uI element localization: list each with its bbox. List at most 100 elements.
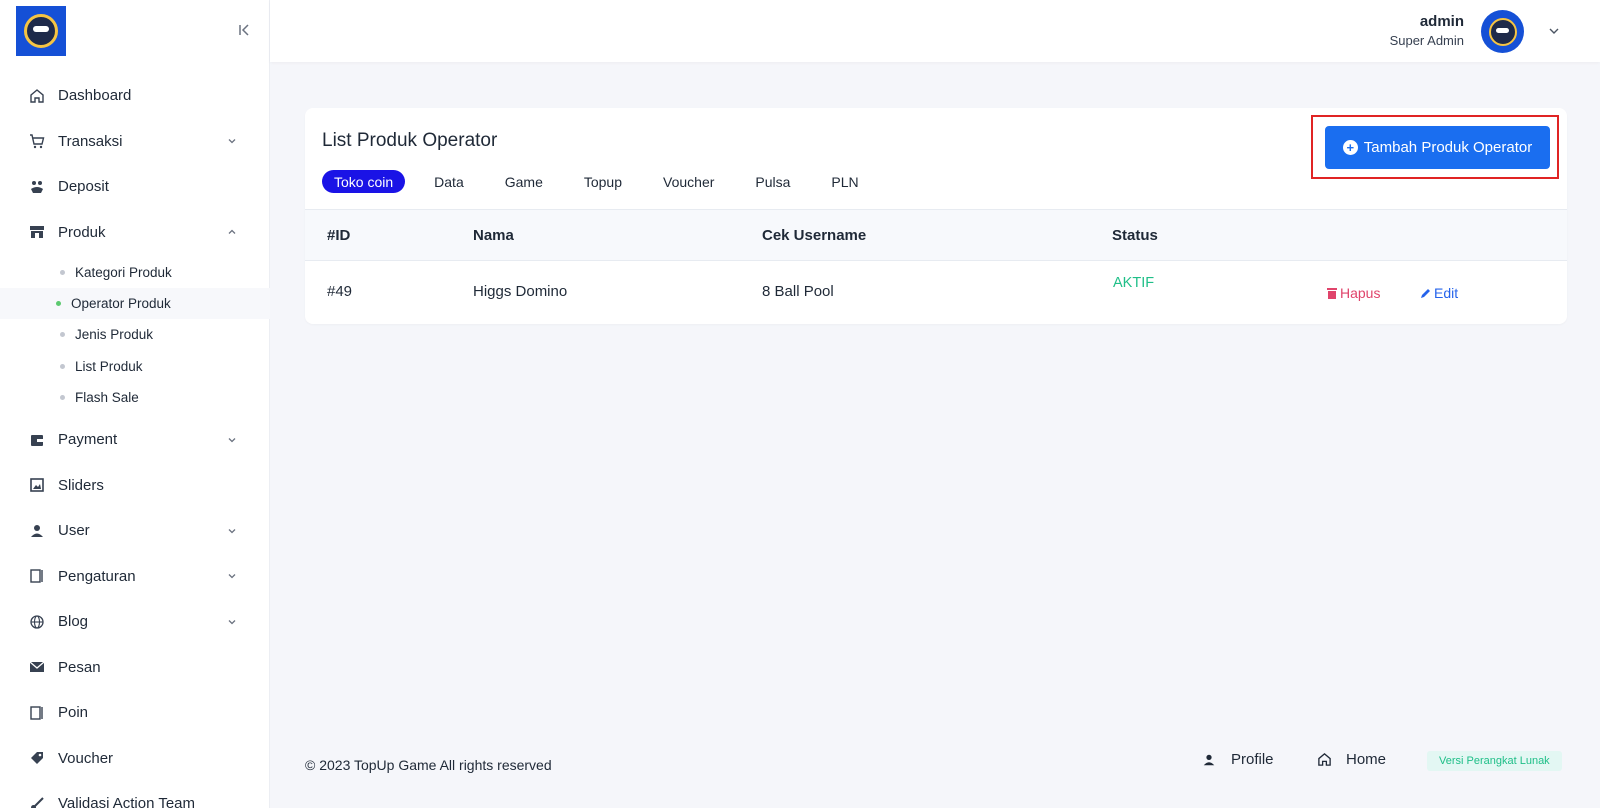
version-badge: Versi Perangkat Lunak [1427,751,1562,771]
edit-label: Edit [1434,285,1459,301]
tab-pln[interactable]: PLN [819,170,870,193]
sidebar-item-label: Voucher [58,749,114,767]
column-header-nama: Nama [473,227,514,244]
sidebar-item-transaksi[interactable]: Transaksi [0,119,270,165]
user-menu-chevron-icon[interactable] [1547,24,1561,38]
footer-profile-label: Profile [1231,751,1274,768]
cart-icon [28,132,46,150]
user-icon [28,522,46,540]
bullet-dot-icon [56,301,61,307]
chevron-down-icon [226,570,238,582]
sidebar-item-pengaturan[interactable]: Pengaturan [0,553,270,599]
sidebar: Dashboard Transaksi Deposit Produk Kateg… [0,0,270,808]
logo-mascot-icon [24,14,58,48]
table-header: #ID Nama Cek Username Status [305,209,1567,261]
sidebar-item-voucher[interactable]: Voucher [0,735,270,781]
home-icon [28,87,46,105]
sidebar-item-user[interactable]: User [0,508,270,554]
footer-profile-link[interactable]: Profile [1201,751,1274,768]
app-logo[interactable] [16,6,66,56]
settings-panel-icon [28,567,46,585]
sidebar-item-label: Blog [58,613,89,631]
category-tabs: Toko coin Data Game Topup Voucher Pulsa … [322,170,888,193]
mail-icon [28,658,46,676]
sidebar-item-label: Poin [58,704,89,722]
chevron-down-icon [226,135,238,147]
store-icon [28,223,46,241]
home-icon [1316,752,1332,768]
tab-pulsa[interactable]: Pulsa [743,170,802,193]
add-button-label: Tambah Produk Operator [1363,139,1533,156]
sidebar-item-label: Transaksi [58,132,123,150]
tab-toko-coin[interactable]: Toko coin [322,170,406,193]
sidebar-subitem-label: List Produk [75,358,143,374]
cell-nama: Higgs Domino [473,283,568,300]
tab-voucher[interactable]: Voucher [651,170,726,193]
sidebar-subitem-label: Jenis Produk [75,327,154,343]
user-name: admin [1419,13,1464,30]
tab-data[interactable]: Data [422,170,476,193]
bullet-dot-icon [60,394,65,400]
status-badge: AKTIF [1113,275,1155,291]
avatar-mascot-icon [1488,17,1517,46]
sidebar-item-blog[interactable]: Blog [0,599,270,645]
chevron-down-icon [226,616,238,628]
sidebar-item-dashboard[interactable]: Dashboard [0,73,270,119]
globe-icon [28,613,46,631]
user-icon [1201,752,1217,768]
plus-circle-icon: + [1342,140,1358,155]
sidebar-item-label: Dashboard [58,87,132,105]
sidebar-item-deposit[interactable]: Deposit [0,164,270,210]
deposit-icon [28,178,46,196]
sidebar-subitem-label: Flash Sale [75,389,139,405]
sidebar-item-payment[interactable]: Payment [0,417,270,463]
tab-game[interactable]: Game [493,170,555,193]
sidebar-item-produk[interactable]: Produk [0,210,270,256]
bullet-dot-icon [60,270,65,276]
sidebar-item-sliders[interactable]: Sliders [0,462,270,508]
tag-icon [28,749,46,767]
brush-icon [28,795,46,808]
sidebar-subitem-label: Operator Produk [71,296,171,312]
column-header-cek-username: Cek Username [762,227,867,244]
copyright-text: © 2023 TopUp Game All rights reserved [305,757,552,773]
sidebar-item-label: Sliders [58,476,104,494]
produk-submenu: Kategori Produk Operator Produk Jenis Pr… [0,255,270,417]
sidebar-item-label: Pengaturan [58,567,136,585]
footer-home-link[interactable]: Home [1316,751,1386,768]
table-row: #49 Higgs Domino 8 Ball Pool AKTIF Hapus… [305,261,1567,324]
tab-topup[interactable]: Topup [572,170,634,193]
cell-id: #49 [327,283,353,300]
panel-icon [28,704,46,722]
sidebar-subitem-operator-produk[interactable]: Operator Produk [0,288,270,320]
sidebar-item-label: Deposit [58,178,109,196]
cell-cek-username: 8 Ball Pool [762,283,834,300]
pencil-icon [1420,287,1432,299]
add-product-operator-button[interactable]: + Tambah Produk Operator [1325,126,1550,169]
sidebar-subitem-kategori-produk[interactable]: Kategori Produk [0,257,270,288]
trash-icon [1327,287,1337,299]
bullet-dot-icon [60,332,65,338]
avatar[interactable] [1481,10,1524,53]
sidebar-subitem-jenis-produk[interactable]: Jenis Produk [0,319,270,350]
sidebar-item-label: Pesan [58,658,101,676]
sidebar-subitem-flash-sale[interactable]: Flash Sale [0,382,270,413]
sidebar-item-pesan[interactable]: Pesan [0,644,270,690]
wallet-icon [28,431,46,449]
sidebar-subitem-list-produk[interactable]: List Produk [0,351,270,382]
sidebar-item-label: Validasi Action Team [58,795,196,808]
product-operator-card: List Produk Operator Toko coin Data Game… [305,108,1567,324]
sidebar-item-validasi-action-team[interactable]: Validasi Action Team [0,781,270,808]
footer-home-label: Home [1346,751,1387,768]
chevron-down-icon [226,434,238,446]
sidebar-item-poin[interactable]: Poin [0,690,270,736]
sidebar-item-label: Produk [58,223,106,241]
collapse-sidebar-icon[interactable] [236,20,254,40]
edit-button[interactable]: Edit [1420,285,1458,301]
column-header-status: Status [1112,227,1158,244]
bullet-dot-icon [60,363,65,369]
delete-button[interactable]: Hapus [1327,285,1380,301]
user-role: Super Admin [1389,33,1464,48]
chevron-down-icon [226,525,238,537]
page-title: List Produk Operator [322,130,498,151]
